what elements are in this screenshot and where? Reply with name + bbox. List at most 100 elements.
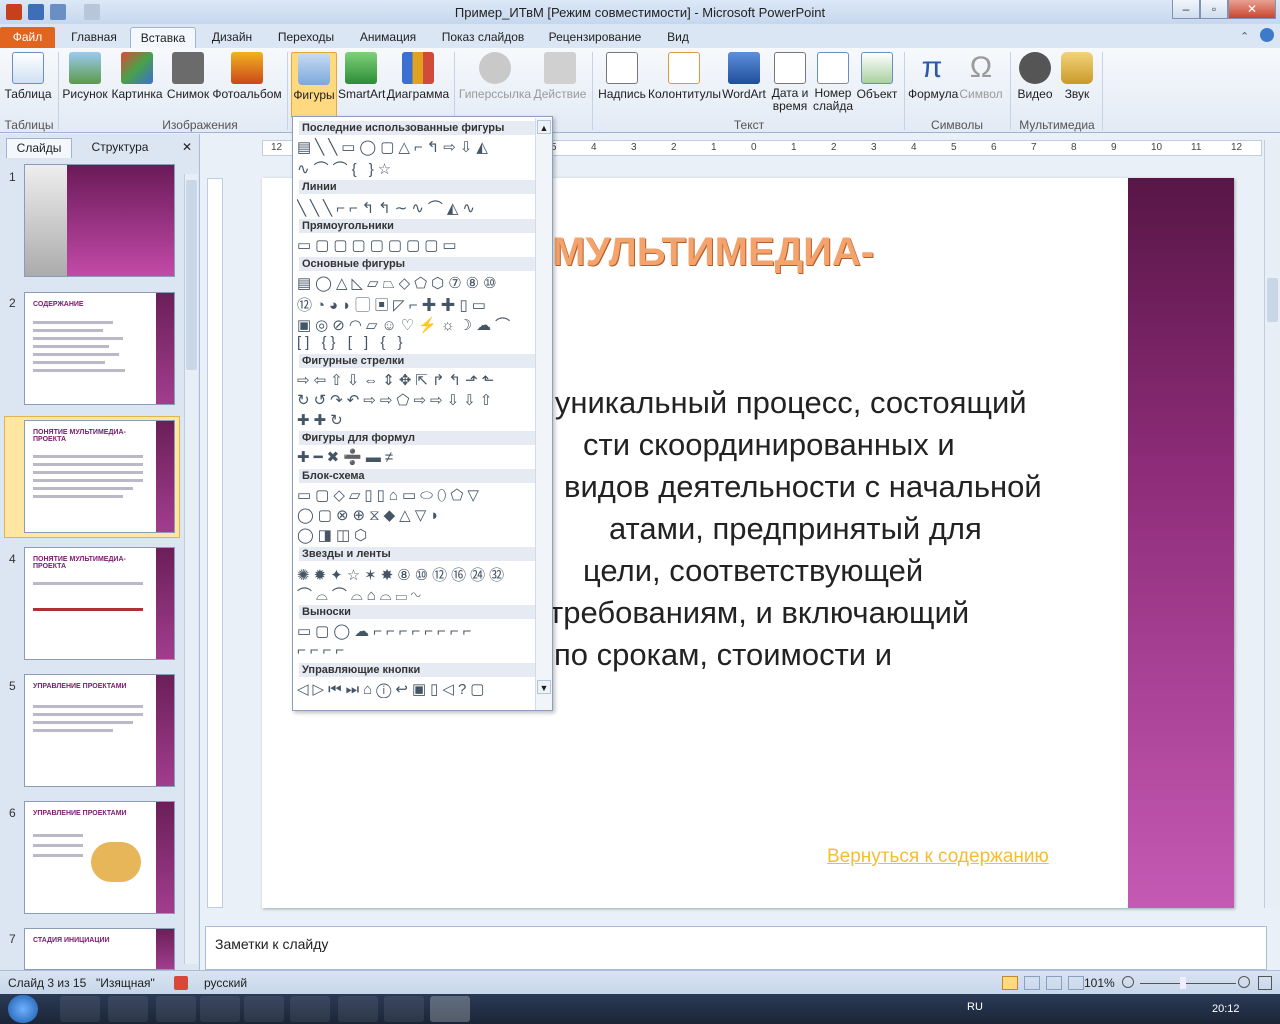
smartart-button[interactable]: SmartArt	[338, 52, 385, 101]
textbox-button[interactable]: Надпись	[596, 52, 648, 101]
tab-animation[interactable]: Анимация	[348, 27, 428, 48]
shape-row[interactable]: [] {} [ ] { }	[297, 334, 537, 351]
shape-row[interactable]: ⑫◔◕◗▢▣◸⌐✚✚▯▭	[297, 294, 537, 315]
object-button[interactable]: Объект	[854, 52, 900, 101]
hyperlink-button[interactable]: Гиперссылка	[458, 52, 532, 101]
audio-button[interactable]: Звук	[1058, 52, 1096, 101]
notes-pane[interactable]: Заметки к слайду	[205, 926, 1267, 970]
video-button[interactable]: Видео	[1014, 52, 1056, 101]
scroll-down-icon[interactable]: ▼	[537, 680, 551, 694]
slide-thumbnail[interactable]: УПРАВЛЕНИЕ ПРОЕКТАМИ	[24, 801, 175, 914]
tab-view[interactable]: Вид	[656, 27, 700, 48]
slide-thumbnail[interactable]: СТАДИЯ ИНИЦИАЦИИ	[24, 928, 175, 970]
clipart-button[interactable]: Картинка	[110, 52, 164, 101]
formula-button[interactable]: π Формула	[908, 52, 958, 102]
ruler-label: 1	[791, 142, 797, 153]
help-icon[interactable]	[1260, 28, 1274, 42]
powerpoint-taskbar-icon[interactable]	[430, 996, 470, 1022]
slide-title[interactable]: МУЛЬТИМЕДИА-	[552, 230, 874, 275]
tab-review[interactable]: Рецензирование	[538, 27, 652, 48]
header-footer-button[interactable]: Колонтитулы	[648, 52, 721, 101]
slideshow-icon[interactable]	[1068, 976, 1084, 990]
shape-row[interactable]: ✚━✖➗▬≠	[297, 448, 537, 466]
firefox-icon[interactable]	[200, 996, 240, 1022]
keyboard-language[interactable]: RU	[967, 1001, 983, 1013]
slide-scrollbar[interactable]	[1264, 140, 1280, 908]
ie-icon[interactable]	[60, 996, 100, 1022]
tab-transitions[interactable]: Переходы	[268, 27, 344, 48]
reading-view-icon[interactable]	[1046, 976, 1062, 990]
zoom-slider-thumb[interactable]	[1180, 977, 1186, 989]
shape-row[interactable]: ⌒⌓⌒⌓⌂⌓▭∿	[297, 584, 537, 605]
shape-row[interactable]: ▭▢◇▱▯▯⌂▭⬭⬯⬠▽	[297, 486, 537, 504]
shape-row[interactable]: ▣◎⊘◠▱☺♡⚡☼☽☁⌒	[297, 314, 537, 335]
close-window-button[interactable]: ✕	[1228, 0, 1276, 19]
back-to-contents-link[interactable]: Вернуться к содержанию	[827, 846, 1049, 868]
table-button[interactable]: Таблица	[4, 52, 52, 101]
slide-thumbnail[interactable]: СОДЕРЖАНИЕ	[24, 292, 175, 405]
scroll-up-icon[interactable]: ▲	[537, 120, 551, 134]
maximize-button[interactable]: ▫	[1200, 0, 1228, 19]
slide-sorter-icon[interactable]	[1024, 976, 1040, 990]
gallery-scrollbar[interactable]: ▲ ▼	[535, 118, 552, 710]
shape-row[interactable]: ⌐⌐⌐⌐	[297, 642, 537, 659]
photo-album-button[interactable]: Фотоальбом	[212, 52, 282, 101]
shape-row[interactable]: ◯▢⊗⊕⧖◆△▽◗	[297, 506, 537, 524]
shape-row[interactable]: ◁▷⏮⏭⌂ⓘ↩▣▯◁?▢	[297, 680, 537, 698]
word-icon[interactable]	[384, 996, 424, 1022]
tab-outline[interactable]: Структура	[80, 138, 160, 158]
close-panel-icon[interactable]: ✕	[178, 138, 196, 158]
shape-row[interactable]: ∿⌒⌒{ }☆	[297, 158, 537, 179]
zoom-out-icon[interactable]	[1122, 976, 1134, 988]
ruler-label: 6	[991, 142, 997, 153]
zoom-slider[interactable]	[1140, 983, 1236, 984]
collapse-ribbon-icon[interactable]: ⌃	[1240, 30, 1249, 43]
tab-home[interactable]: Главная	[62, 27, 126, 48]
chrome-icon[interactable]	[244, 996, 284, 1022]
panel-scrollbar[interactable]	[184, 174, 198, 964]
media-player-icon[interactable]	[156, 996, 196, 1022]
slide-thumbnail[interactable]: УПРАВЛЕНИЕ ПРОЕКТАМИ	[24, 674, 175, 787]
shapes-button[interactable]: Фигуры	[291, 52, 337, 118]
wordart-button[interactable]: WordArt	[720, 52, 768, 101]
shape-row[interactable]: ▭▢▢▢▢▢▢▢▭	[297, 236, 537, 254]
date-time-button[interactable]: Дата и время	[770, 52, 810, 113]
fit-to-window-icon[interactable]	[1258, 976, 1272, 990]
normal-view-icon[interactable]	[1002, 976, 1018, 990]
slide-thumbnail[interactable]: ПОНЯТИЕ МУЛЬТИМЕДИА-ПРОЕКТА	[24, 547, 175, 660]
tab-design[interactable]: Дизайн	[200, 27, 264, 48]
zoom-level[interactable]: 101%	[1084, 976, 1115, 990]
vertical-ruler	[207, 178, 223, 908]
symbol-button[interactable]: Ω Символ	[958, 52, 1004, 102]
zoom-in-icon[interactable]	[1238, 976, 1250, 988]
language[interactable]: русский	[204, 976, 247, 990]
start-button-icon[interactable]	[8, 995, 38, 1023]
tab-file[interactable]: Файл	[0, 27, 55, 48]
minimize-button[interactable]: –	[1172, 0, 1200, 19]
shape-row[interactable]: ▭▢◯☁⌐⌐⌐⌐⌐⌐⌐⌐	[297, 622, 537, 640]
ribbon-tabs: Файл Главная Вставка Дизайн Переходы Ани…	[0, 24, 1280, 48]
screenshot-button[interactable]: Снимок	[166, 52, 210, 101]
shape-row[interactable]: ⇨⇦⇧⇩⇔⇕✥⇱↱↰⬏⬑	[297, 371, 537, 389]
shape-row[interactable]: ◯◨◫⬡	[297, 526, 537, 544]
shape-row[interactable]: ✚✚↻	[297, 411, 537, 429]
shape-row[interactable]: ▤╲╲▭◯▢△⌐↰⇨⇩◭	[297, 138, 537, 156]
tab-insert[interactable]: Вставка	[130, 27, 196, 48]
picture-button[interactable]: Рисунок	[62, 52, 108, 101]
tab-slides[interactable]: Слайды	[6, 138, 72, 158]
chart-button[interactable]: Диаграмма	[386, 52, 450, 101]
skype-icon[interactable]	[338, 996, 378, 1022]
slide-thumbnail[interactable]: ПОНЯТИЕ МУЛЬТИМЕДИА-ПРОЕКТА	[24, 420, 175, 533]
explorer-icon[interactable]	[108, 996, 148, 1022]
opera-icon[interactable]	[290, 996, 330, 1022]
action-button[interactable]: Действие	[532, 52, 588, 101]
shape-row[interactable]: ▤◯△◺▱⏢◇⬠⬡⑦⑧⑩	[297, 274, 537, 292]
spellcheck-icon[interactable]	[174, 976, 188, 990]
slide-thumbnail[interactable]	[24, 164, 175, 277]
tab-slideshow[interactable]: Показ слайдов	[432, 27, 534, 48]
slide-number-button[interactable]: Номер слайда	[812, 52, 854, 113]
shape-row[interactable]: ↻↺↷↶⇨⇨⬠⇨⇨⇩⇩⇧	[297, 391, 537, 409]
shape-row[interactable]: ✺✹✦☆✶✸⑧⑩⑫⑯㉔㉜	[297, 564, 537, 585]
clock[interactable]: 20:12	[1212, 1003, 1240, 1015]
shape-row[interactable]: ╲╲╲⌐⌐↰↰∼∿⌒◭∿	[297, 197, 537, 218]
